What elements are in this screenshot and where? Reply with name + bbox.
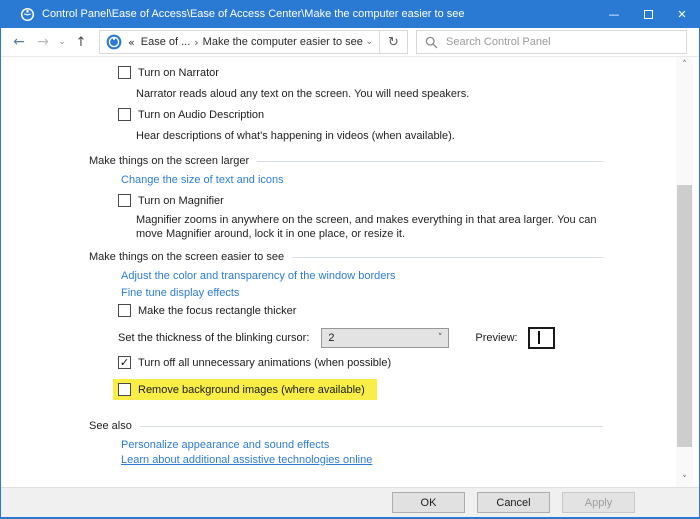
focus-rectangle-row: Make the focus rectangle thicker — [118, 303, 699, 318]
back-button[interactable]: ← — [7, 29, 31, 55]
audio-description-label: Turn on Audio Description — [138, 109, 264, 121]
address-dropdown-icon[interactable]: ⌄ — [365, 37, 373, 47]
history-dropdown-icon[interactable]: ⌄ — [55, 29, 69, 55]
magnifier-row: Turn on Magnifier — [118, 193, 699, 208]
navigation-toolbar: ← → ⌄ ↑ « Ease of ... › Make the compute… — [1, 28, 699, 57]
address-bar[interactable]: « Ease of ... › Make the computer easier… — [99, 30, 380, 54]
personalize-link[interactable]: Personalize appearance and sound effects — [121, 439, 329, 451]
fine-tune-link[interactable]: Fine tune display effects — [121, 287, 239, 299]
section-see-also-title: See also — [89, 420, 132, 432]
breadcrumb-root[interactable]: Ease of ... — [141, 36, 191, 48]
search-box[interactable] — [416, 30, 687, 54]
cursor-thickness-row: Set the thickness of the blinking cursor… — [118, 327, 699, 348]
scrollbar-track[interactable] — [676, 72, 693, 472]
dialog-footer: OK Cancel Apply — [1, 487, 699, 517]
narrator-checkbox[interactable] — [118, 66, 131, 79]
section-divider-line — [140, 426, 603, 427]
breadcrumb-overflow-icon[interactable]: « — [128, 36, 135, 49]
ok-button[interactable]: OK — [392, 492, 465, 513]
vertical-scrollbar[interactable]: ˄ ˅ — [676, 57, 693, 487]
adjust-color-link[interactable]: Adjust the color and transparency of the… — [121, 270, 396, 282]
section-make-larger-title: Make things on the screen larger — [89, 155, 249, 167]
focus-rectangle-label: Make the focus rectangle thicker — [138, 305, 296, 317]
learn-assistive-link[interactable]: Learn about additional assistive technol… — [121, 454, 372, 466]
up-button[interactable]: ↑ — [69, 29, 93, 55]
search-icon — [425, 36, 438, 49]
change-size-link[interactable]: Change the size of text and icons — [121, 174, 284, 186]
section-divider-line — [257, 161, 603, 162]
cancel-button[interactable]: Cancel — [477, 492, 550, 513]
section-divider-line — [292, 257, 603, 258]
remove-background-checkbox[interactable] — [118, 383, 131, 396]
maximize-icon — [644, 10, 653, 19]
window-title: Control Panel\Ease of Access\Ease of Acc… — [42, 8, 465, 20]
section-easier-to-see-title: Make things on the screen easier to see — [89, 251, 284, 263]
animations-checkbox[interactable]: ✓ — [118, 356, 131, 369]
titlebar: Control Panel\Ease of Access\Ease of Acc… — [1, 0, 699, 28]
apply-button[interactable]: Apply — [562, 492, 635, 513]
remove-background-label: Remove background images (where availabl… — [138, 384, 365, 396]
remove-background-row-highlighted: Remove background images (where availabl… — [113, 379, 377, 400]
control-panel-window: Control Panel\Ease of Access\Ease of Acc… — [0, 0, 700, 519]
forward-button[interactable]: → — [31, 29, 55, 55]
ease-of-access-icon — [20, 7, 35, 22]
maximize-button[interactable] — [631, 0, 665, 28]
section-make-larger: Make things on the screen larger — [89, 153, 603, 168]
narrator-description: Narrator reads aloud any text on the scr… — [136, 87, 606, 101]
narrator-row: Turn on Narrator — [118, 65, 699, 80]
search-input[interactable] — [446, 36, 678, 48]
focus-rectangle-checkbox[interactable] — [118, 304, 131, 317]
animations-label: Turn off all unnecessary animations (whe… — [138, 357, 391, 369]
magnifier-label: Turn on Magnifier — [138, 195, 224, 207]
ease-of-access-address-icon — [106, 34, 122, 50]
cursor-thickness-dropdown[interactable]: 2 ˅ — [321, 328, 449, 348]
cursor-preview-caret — [538, 331, 540, 344]
section-see-also: See also — [89, 418, 603, 433]
narrator-label: Turn on Narrator — [138, 67, 219, 79]
breadcrumb-current[interactable]: Make the computer easier to see — [203, 36, 363, 48]
magnifier-description: Magnifier zooms in anywhere on the scree… — [136, 213, 606, 241]
animations-row: ✓ Turn off all unnecessary animations (w… — [118, 355, 699, 370]
refresh-button[interactable]: ↻ — [379, 30, 408, 54]
scrollbar-thumb[interactable] — [677, 185, 692, 447]
cursor-thickness-label: Set the thickness of the blinking cursor… — [118, 332, 309, 344]
section-easier-to-see: Make things on the screen easier to see — [89, 249, 603, 264]
scrollbar-up-icon[interactable]: ˄ — [676, 57, 693, 72]
minimize-button[interactable]: — — [597, 0, 631, 28]
magnifier-checkbox[interactable] — [118, 194, 131, 207]
close-button[interactable]: ✕ — [665, 0, 699, 28]
chevron-down-icon: ˅ — [438, 333, 443, 343]
audio-description-description: Hear descriptions of what's happening in… — [136, 129, 606, 143]
cursor-preview-box — [528, 327, 555, 349]
audio-description-checkbox[interactable] — [118, 108, 131, 121]
settings-panel: Turn on Narrator Narrator reads aloud an… — [1, 57, 699, 487]
audio-description-row: Turn on Audio Description — [118, 107, 699, 122]
cursor-thickness-value: 2 — [328, 332, 334, 344]
caption-buttons: — ✕ — [597, 0, 699, 28]
breadcrumb-separator-icon: › — [194, 36, 198, 49]
scrollbar-down-icon[interactable]: ˅ — [676, 472, 693, 487]
cursor-preview-label: Preview: — [475, 332, 517, 344]
